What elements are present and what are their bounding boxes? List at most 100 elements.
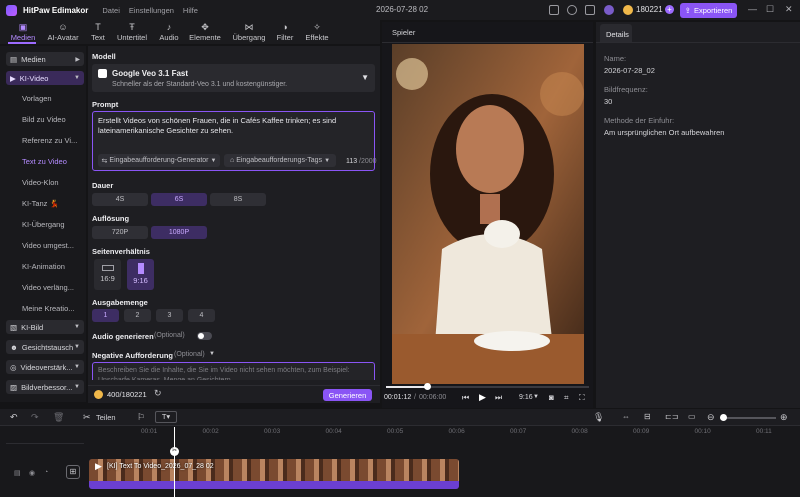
insert-method-label: Methode der Einfuhr:	[604, 116, 675, 125]
split-label[interactable]: Teilen	[96, 413, 116, 422]
tool-audio[interactable]: ♪ Audio	[156, 22, 182, 42]
tool-filter[interactable]: ◑ Filter	[274, 22, 296, 42]
ripple-icon[interactable]: ⊏⊐	[665, 412, 678, 421]
tool-elements[interactable]: ✥ Elemente	[188, 22, 222, 42]
close-icon[interactable]: ✕	[785, 4, 793, 15]
aspect-select[interactable]: 9:16	[519, 394, 533, 401]
time-ruler[interactable]: 00:01 00:02 00:03 00:04 00:05 00:06 00:07 00:08…	[89, 428, 800, 440]
sidebar-item-video-umgest[interactable]: Video umgest...	[22, 241, 74, 250]
monitor-icon[interactable]	[549, 5, 559, 15]
previous-frame-icon[interactable]: ⏮	[462, 393, 469, 403]
crop-icon[interactable]: ⌗	[564, 393, 569, 403]
duration-8s[interactable]: 8S	[210, 193, 266, 206]
track-visibility-icon[interactable]: ◉	[29, 469, 35, 477]
prompt-generator-button[interactable]: ⇆ Eingabeaufforderung-Generator ▼	[98, 154, 220, 167]
output-count-label: Ausgabemenge	[92, 298, 148, 307]
sidebar-bildverbesserer[interactable]: ▨ Bildverbessor... ▼	[6, 380, 84, 394]
sidebar-item-ki-tanz[interactable]: KI-Tanz 💃	[22, 199, 59, 208]
gift-icon[interactable]	[585, 5, 595, 15]
duration-6s[interactable]: 6S	[151, 193, 207, 206]
video-frame-image	[392, 44, 584, 384]
ratio-9-16[interactable]: 9:16	[127, 259, 154, 290]
redo-icon[interactable]: ↷	[31, 412, 39, 423]
tool-label: Filter	[276, 33, 294, 42]
zoom-out-icon[interactable]: ⊖	[707, 412, 715, 423]
menu-file[interactable]: Datei	[102, 6, 120, 15]
prompt-input[interactable]: Erstellt Videos von schönen Frauen, die …	[92, 111, 377, 171]
play-icon[interactable]: ▶	[479, 392, 486, 403]
tool-media[interactable]: ▣ Medien	[9, 22, 37, 42]
count-2[interactable]: 2	[124, 309, 151, 322]
tool-transition[interactable]: ⋈ Übergang	[230, 22, 268, 42]
negative-prompt-input[interactable]: Beschreiben Sie die Inhalte, die Sie im …	[92, 362, 375, 380]
count-3[interactable]: 3	[156, 309, 183, 322]
marker-icon[interactable]: ⚐	[137, 412, 145, 423]
audio-toggle[interactable]	[197, 332, 212, 340]
model-select[interactable]: Google Veo 3.1 Fast Schneller als der St…	[92, 64, 375, 92]
tool-ai-avatar[interactable]: ☺ AI-Avatar	[44, 22, 82, 42]
fit-icon[interactable]: ▭	[688, 412, 696, 421]
player-tab[interactable]: Spieler	[392, 28, 415, 37]
zoom-handle[interactable]	[720, 414, 727, 421]
sidebar-item-ki-uebergang[interactable]: KI-Übergang	[22, 220, 65, 229]
export-button[interactable]: ⇪ Exportieren	[680, 3, 737, 18]
microphone-icon[interactable]: 🎙	[593, 412, 604, 423]
refresh-icon[interactable]: ↻	[154, 388, 162, 399]
video-preview[interactable]	[392, 44, 584, 384]
progress-handle[interactable]	[423, 383, 431, 390]
track-mute-icon[interactable]: ◔	[44, 469, 48, 476]
sidebar-ki-video[interactable]: ▶ KI-Video ▼	[6, 71, 84, 85]
play-icon: ▶	[95, 461, 102, 471]
text-add-icon[interactable]: T▾	[155, 411, 177, 423]
sidebar-medien[interactable]: ▤ Medien ▶	[6, 52, 84, 66]
ratio-16-9[interactable]: 16:9	[94, 259, 121, 290]
next-frame-icon[interactable]: ⏭	[495, 393, 502, 403]
tool-subtitle[interactable]: Ŧ Untertitel	[114, 22, 150, 42]
snapshot-icon[interactable]: ◙	[549, 393, 554, 402]
count-1[interactable]: 1	[92, 309, 119, 322]
delete-icon[interactable]: 🗑	[53, 412, 64, 423]
feedback-icon[interactable]	[567, 5, 577, 15]
add-credits-button[interactable]: +	[665, 5, 674, 14]
details-tab[interactable]: Details	[600, 24, 632, 42]
sidebar-item-video-klon[interactable]: Video-Klon	[22, 178, 59, 187]
resolution-720p[interactable]: 720P	[92, 226, 148, 239]
zoom-in-icon[interactable]: ⊕	[780, 412, 788, 423]
resolution-label: Auflösung	[92, 214, 130, 223]
sidebar-label: Bildverbessor...	[21, 382, 73, 392]
tool-effects[interactable]: ✧ Effekte	[303, 22, 331, 42]
maximize-icon[interactable]: ☐	[766, 4, 774, 15]
zoom-slider[interactable]	[720, 417, 776, 419]
undo-icon[interactable]: ↶	[10, 412, 18, 423]
progress-track[interactable]	[386, 386, 589, 388]
track-icon[interactable]: ⊟	[644, 412, 651, 421]
sidebar-videoverstaerker[interactable]: ◎ Videoverstärk... ▼	[6, 360, 84, 374]
sidebar-item-vorlagen[interactable]: Vorlagen	[22, 94, 52, 103]
tool-text[interactable]: T Text	[88, 22, 108, 42]
sidebar-item-meine-kreationen[interactable]: Meine Kreatio...	[22, 304, 75, 313]
sidebar-item-video-verlaeng[interactable]: Video verläng...	[22, 283, 74, 292]
count-4[interactable]: 4	[188, 309, 215, 322]
sidebar-item-referenz[interactable]: Referenz zu Vi...	[22, 136, 77, 145]
sidebar-item-text-zu-video[interactable]: Text zu Video	[22, 157, 67, 166]
menu-settings[interactable]: Einstellungen	[129, 6, 174, 15]
sidebar-item-ki-animation[interactable]: KI-Animation	[22, 262, 65, 271]
add-media-icon[interactable]: ⊞	[66, 465, 80, 479]
avatar[interactable]	[604, 5, 614, 15]
sidebar-ki-bild[interactable]: ▧ KI-Bild ▼	[6, 320, 84, 334]
minimize-icon[interactable]: —	[748, 4, 757, 14]
sidebar-item-bild-zu-video[interactable]: Bild zu Video	[22, 115, 66, 124]
menu-help[interactable]: Hilfe	[183, 6, 198, 15]
fullscreen-icon[interactable]: ⛶	[579, 393, 585, 403]
generate-button[interactable]: Generieren	[323, 389, 372, 401]
split-icon[interactable]: ✂	[83, 412, 91, 423]
sidebar-gesichtstausch[interactable]: ☻ Gesichtstausch ▼	[6, 340, 84, 354]
playhead-scissors-icon[interactable]: ✂	[170, 447, 179, 456]
duration-4s[interactable]: 4S	[92, 193, 148, 206]
prompt-tags-button[interactable]: ⌂ Eingabeaufforderungs-Tags ▼	[224, 154, 336, 167]
timeline-clip[interactable]: ▶ [KI] Text To Video_2026_07_28 02	[89, 459, 459, 489]
playhead[interactable]	[174, 427, 175, 497]
resolution-1080p[interactable]: 1080P	[151, 226, 207, 239]
track-lock-icon[interactable]: ▤	[14, 469, 21, 477]
link-icon[interactable]: ⇔	[622, 412, 630, 421]
